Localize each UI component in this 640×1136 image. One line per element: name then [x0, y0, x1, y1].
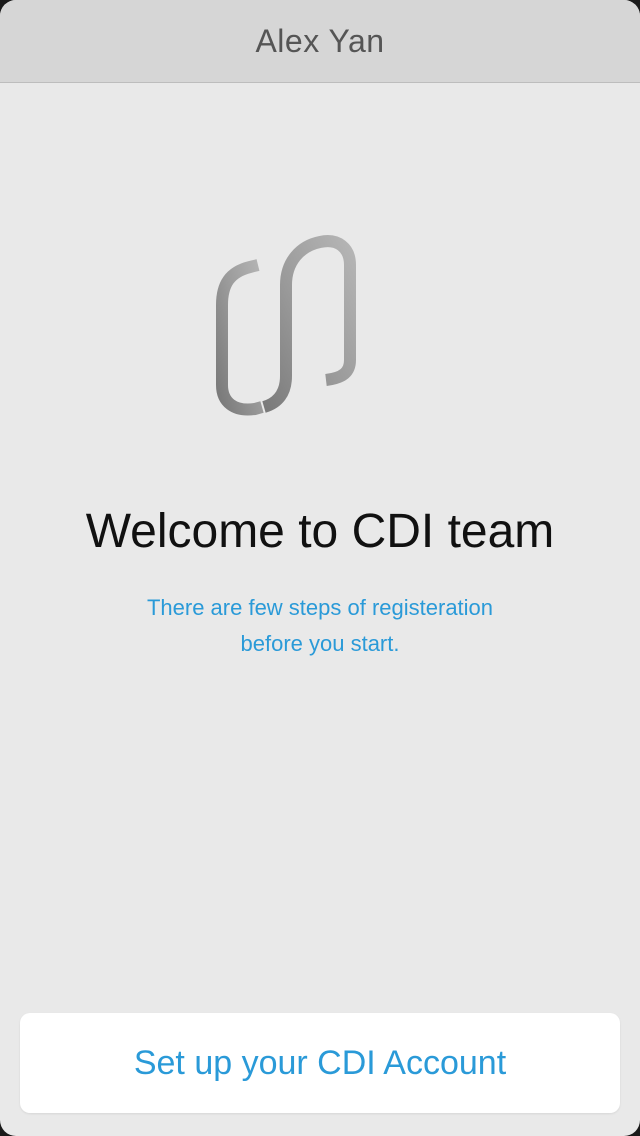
subtitle-line-1: There are few steps of registeration — [146, 595, 494, 620]
subtitle-line-2: before you start. — [240, 631, 400, 656]
app-screen: Alex Yan Welcome to CDI team There are f… — [0, 0, 640, 1136]
setup-account-button[interactable]: Set up your CDI Account — [20, 1013, 620, 1113]
navigation-bar: Alex Yan — [0, 0, 640, 83]
welcome-heading: Welcome to CDI team — [85, 505, 555, 558]
cdi-logo-icon — [216, 211, 406, 416]
registration-instructions: There are few steps of registeration bef… — [0, 590, 640, 662]
logo-c-shape — [216, 259, 264, 416]
nav-title: Alex Yan — [255, 22, 385, 59]
logo-d-shape — [262, 235, 356, 413]
